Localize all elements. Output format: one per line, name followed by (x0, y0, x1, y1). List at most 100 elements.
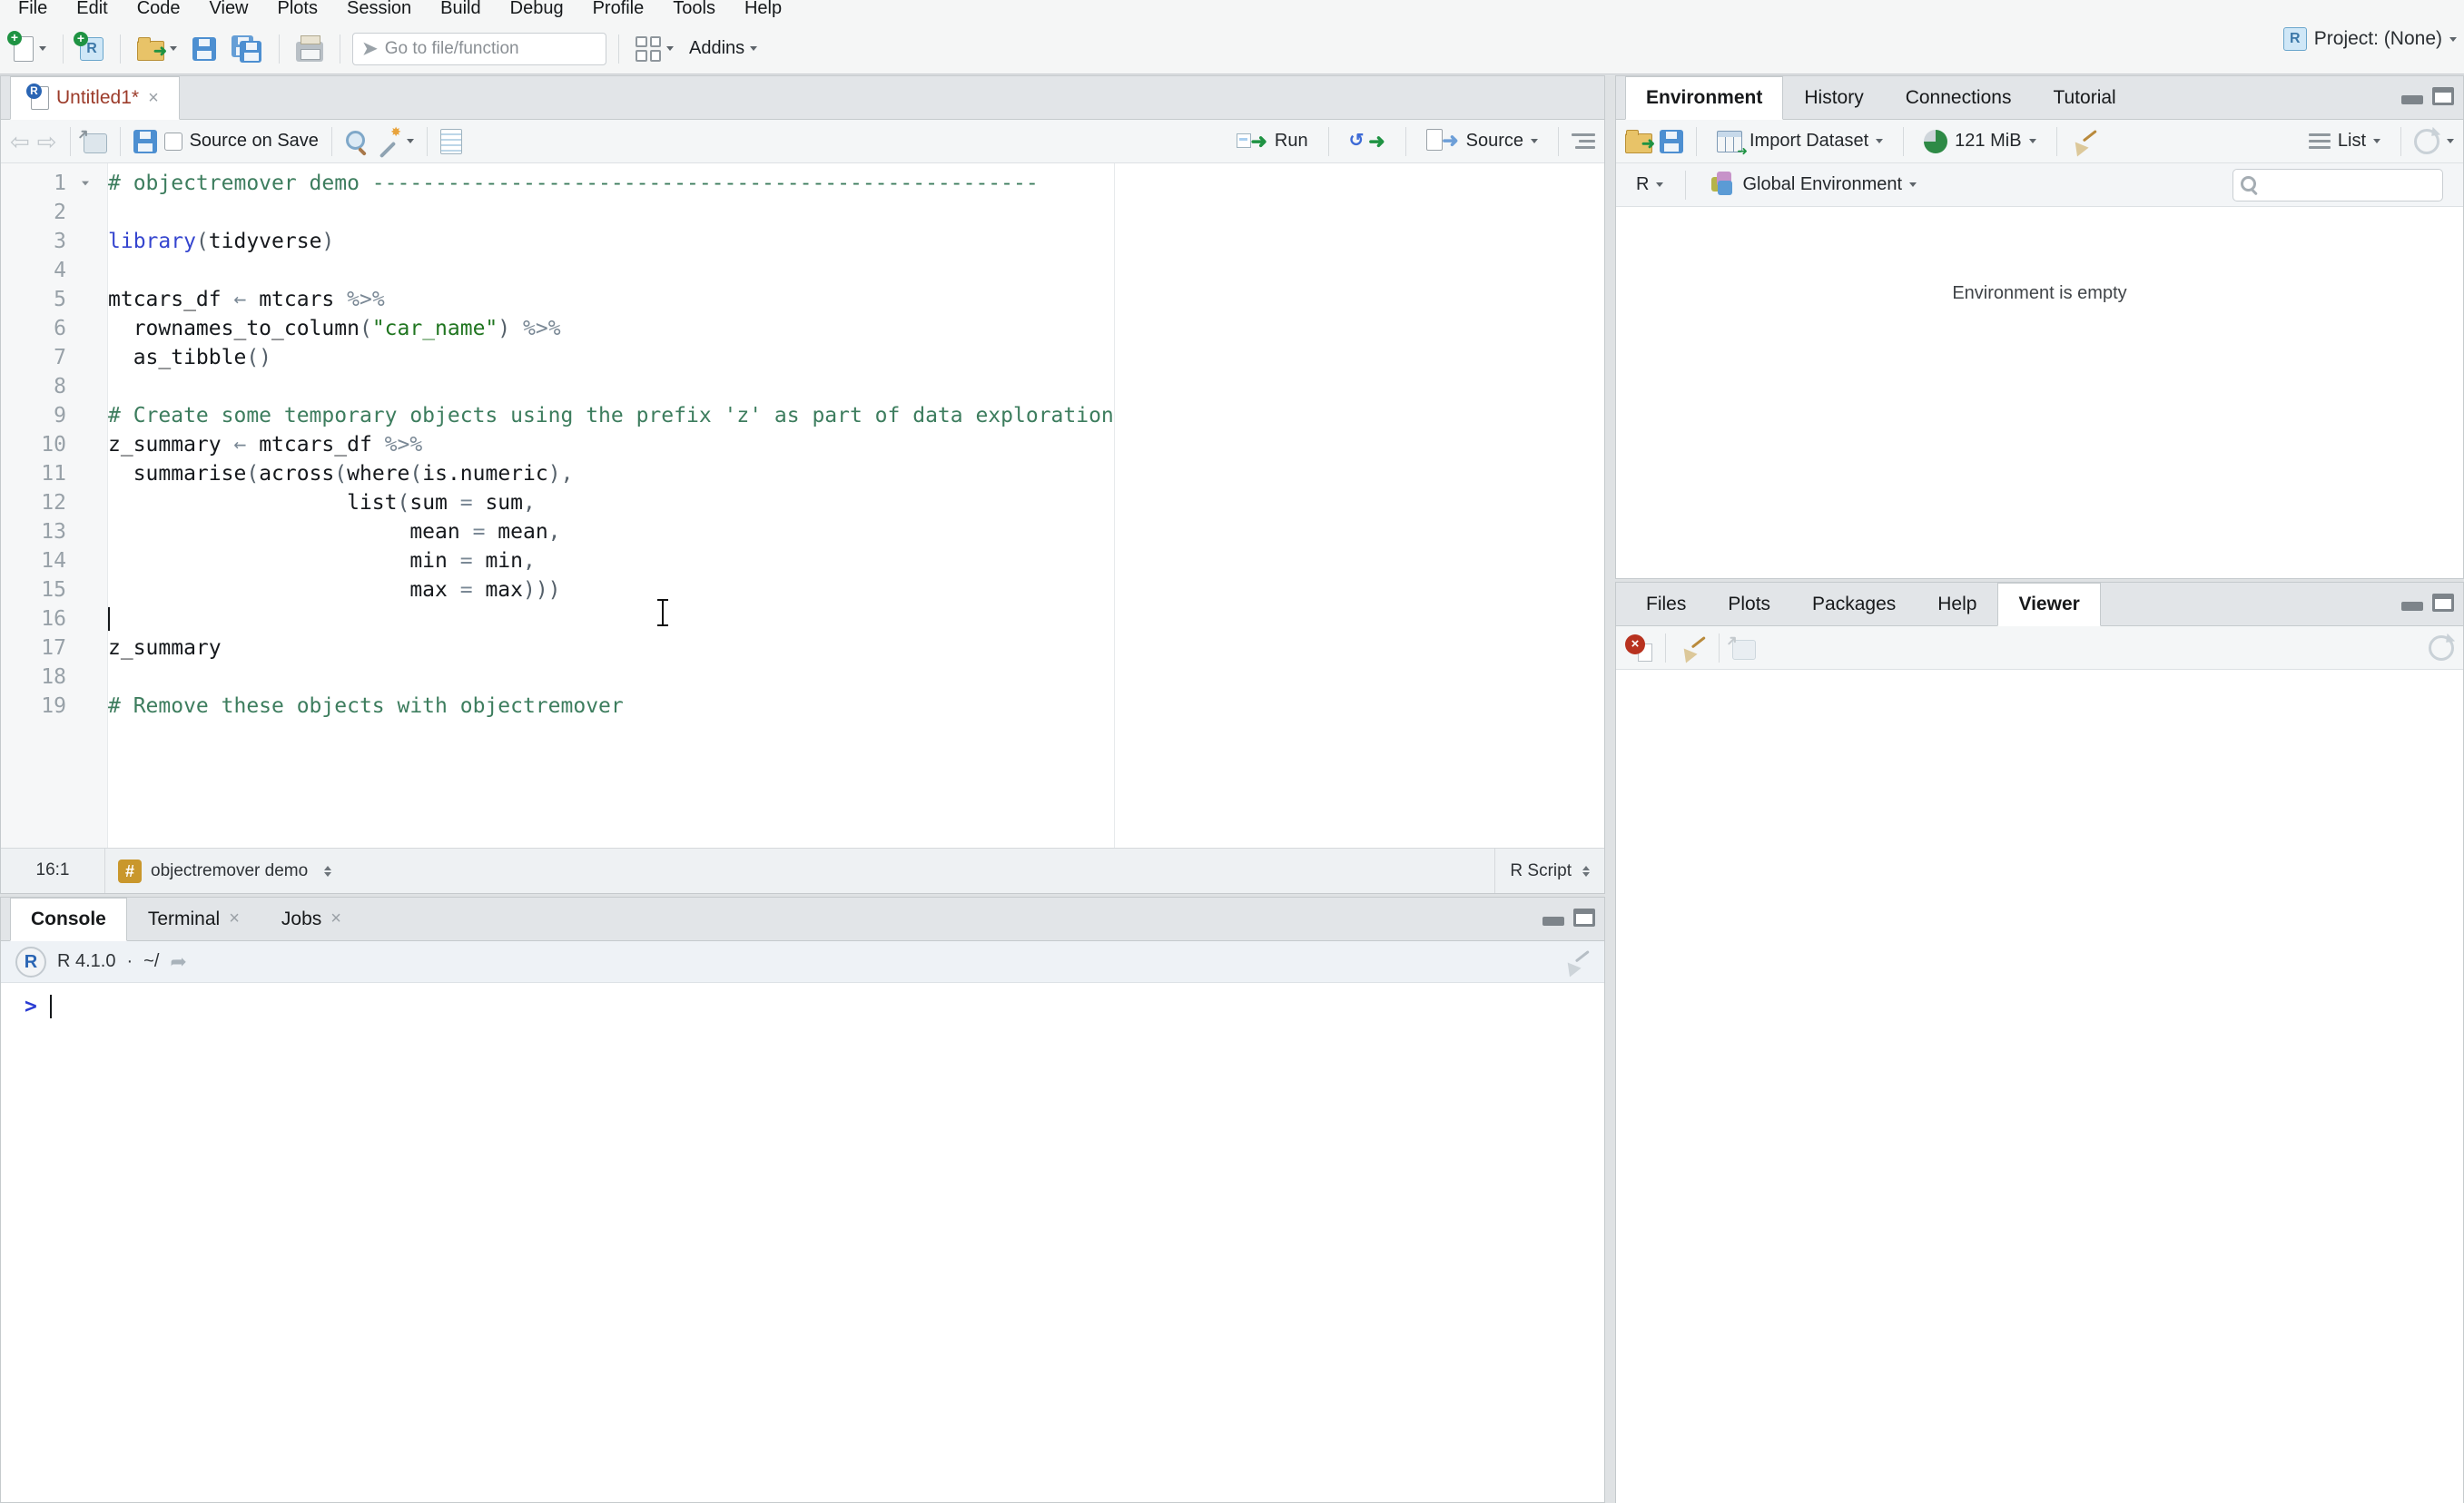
maximize-icon[interactable] (1573, 909, 1595, 927)
menu-view[interactable]: View (195, 0, 263, 22)
menu-edit[interactable]: Edit (62, 0, 122, 22)
goto-directory-icon[interactable]: ➥ (170, 950, 186, 974)
code-line-18[interactable]: 18 (1, 663, 1604, 692)
code-line-8[interactable]: 8 (1, 372, 1604, 401)
import-dataset-button[interactable]: Import Dataset (1710, 127, 1890, 159)
code-line-7[interactable]: 7 as_tibble() (1, 343, 1604, 372)
code-editor[interactable]: 1 # objectremover demo ------------------… (1, 163, 1604, 850)
code-line-11[interactable]: 11 summarise(across(where(is.numeric), (1, 459, 1604, 488)
list-view-button[interactable]: List (2301, 127, 2388, 155)
tab-plots[interactable]: Plots (1707, 583, 1791, 625)
run-button[interactable]: ➜ Run (1229, 127, 1316, 156)
tab-help[interactable]: Help (1917, 583, 1997, 625)
menu-session[interactable]: Session (332, 0, 426, 22)
clear-objects-icon[interactable] (2068, 128, 2097, 156)
close-icon[interactable]: × (148, 88, 159, 109)
addins-button[interactable]: Addins (685, 34, 762, 63)
minimize-icon[interactable] (1542, 917, 1564, 926)
code-line-1[interactable]: 1 # objectremover demo ------------------… (1, 169, 1604, 198)
load-workspace-icon[interactable]: ➜ (1625, 129, 1655, 153)
menu-help[interactable]: Help (730, 0, 796, 22)
close-icon[interactable]: × (330, 909, 341, 929)
clear-viewer-icon[interactable]: × (1625, 634, 1652, 662)
file-type-selector[interactable]: R Script (1494, 849, 1604, 893)
tab-files[interactable]: Files (1625, 583, 1707, 625)
open-file-button[interactable]: ➜ (133, 34, 182, 64)
open-in-new-window-icon[interactable] (1732, 639, 1756, 660)
code-line-6[interactable]: 6 rownames_to_column("car_name") %>% (1, 314, 1604, 343)
save-workspace-icon[interactable] (1660, 129, 1683, 153)
minimize-icon[interactable] (2401, 95, 2423, 104)
code-line-12[interactable]: 12 list(sum = sum, (1, 488, 1604, 517)
code-line-14[interactable]: 14 min = min, (1, 546, 1604, 575)
tab-console[interactable]: Console (10, 898, 127, 941)
project-button[interactable]: R Project: (None) (2282, 27, 2457, 51)
save-button[interactable] (188, 34, 221, 64)
menu-debug[interactable]: Debug (496, 0, 578, 22)
goto-file-box[interactable]: ➤ (352, 32, 606, 65)
tab-viewer[interactable]: Viewer (1997, 583, 2101, 626)
environment-search-input[interactable] (2264, 174, 2435, 195)
menu-tools[interactable]: Tools (658, 0, 730, 22)
refresh-icon[interactable] (2414, 128, 2439, 154)
clear-console-icon[interactable] (1562, 948, 1590, 977)
code-line-17[interactable]: 17 z_summary (1, 634, 1604, 663)
code-line-13[interactable]: 13 mean = mean, (1, 517, 1604, 546)
fold-arrow-icon[interactable] (77, 169, 108, 198)
print-button[interactable] (291, 33, 328, 65)
source-button[interactable]: ➜ Source (1419, 125, 1545, 158)
tab-jobs[interactable]: Jobs × (261, 898, 362, 940)
save-all-icon (232, 34, 262, 63)
tab-terminal[interactable]: Terminal × (127, 898, 261, 940)
rerun-button[interactable]: ↺ ➜ (1342, 127, 1393, 156)
source-on-save-checkbox[interactable] (163, 132, 182, 151)
menu-plots[interactable]: Plots (263, 0, 332, 22)
code-line-16[interactable]: 16 (1, 604, 1604, 634)
code-line-10[interactable]: 10 z_summary ← mtcars_df %>% (1, 430, 1604, 459)
code-line-19[interactable]: 19 # Remove these objects with objectremo… (1, 692, 1604, 721)
document-outline-icon[interactable] (1572, 133, 1595, 149)
clear-all-viewer-icon[interactable] (1678, 634, 1706, 663)
code-line-9[interactable]: 9 # Create some temporary objects using t… (1, 401, 1604, 430)
pane-layout-button[interactable] (631, 33, 678, 65)
new-file-button[interactable]: + (7, 30, 51, 65)
save-icon[interactable] (133, 129, 157, 153)
save-all-button[interactable] (227, 32, 267, 66)
code-line-2[interactable]: 2 (1, 198, 1604, 227)
menu-build[interactable]: Build (426, 0, 495, 22)
code-line-15[interactable]: 15 max = max))) (1, 575, 1604, 604)
tab-environment[interactable]: Environment (1625, 76, 1784, 120)
close-icon[interactable]: × (229, 909, 240, 929)
cursor-position[interactable]: 16:1 (1, 849, 105, 893)
code-line-5[interactable]: 5 mtcars_df ← mtcars %>% (1, 285, 1604, 314)
working-directory[interactable]: ~/ (143, 951, 159, 972)
language-selector[interactable]: R (1629, 171, 1671, 199)
open-in-new-window-icon[interactable] (83, 133, 107, 153)
console-output[interactable]: > (1, 983, 1604, 1021)
maximize-icon[interactable] (2432, 594, 2454, 612)
tab-packages[interactable]: Packages (1791, 583, 1917, 625)
back-icon[interactable]: ⇦ (10, 130, 30, 153)
environment-selector[interactable]: Global Environment (1700, 168, 1924, 202)
menu-code[interactable]: Code (123, 0, 195, 22)
section-navigator[interactable]: # objectremover demo (105, 859, 1494, 883)
menu-file[interactable]: File (4, 0, 62, 22)
tab-history[interactable]: History (1783, 76, 1884, 119)
maximize-icon[interactable] (2432, 87, 2454, 105)
find-replace-icon[interactable] (345, 130, 369, 153)
compile-report-icon[interactable] (439, 128, 462, 154)
menu-profile[interactable]: Profile (578, 0, 659, 22)
code-tools-icon[interactable] (376, 124, 401, 153)
code-line-4[interactable]: 4 (1, 256, 1604, 285)
minimize-icon[interactable] (2401, 602, 2423, 611)
environment-search-box[interactable] (2232, 168, 2443, 201)
tab-tutorial[interactable]: Tutorial (2032, 76, 2136, 119)
editor-tab-untitled1[interactable]: Untitled1* × (10, 76, 180, 120)
forward-icon[interactable]: ⇨ (37, 130, 57, 153)
goto-file-input[interactable] (384, 38, 596, 59)
new-project-button[interactable]: R + (74, 31, 108, 64)
code-line-3[interactable]: 3 library(tidyverse) (1, 227, 1604, 256)
refresh-viewer-icon[interactable] (2429, 634, 2454, 661)
tab-connections[interactable]: Connections (1885, 76, 2033, 119)
memory-usage-button[interactable]: 121 MiB (1917, 126, 2043, 157)
